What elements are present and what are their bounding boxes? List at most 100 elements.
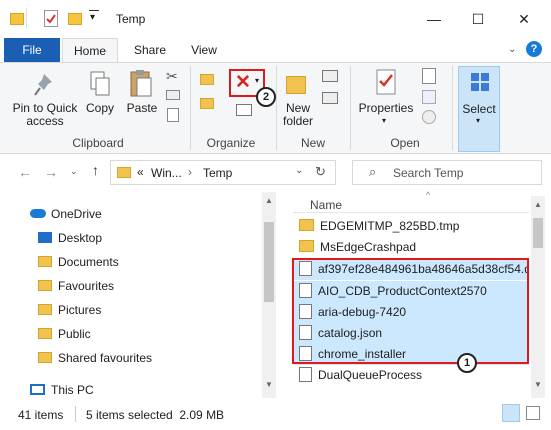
chevron-down-icon[interactable]: ▾ bbox=[255, 76, 259, 85]
sidebar-item-public[interactable]: Public bbox=[38, 322, 91, 346]
list-item[interactable]: EDGEMITMP_825BD.tmp bbox=[293, 216, 529, 237]
properties-button[interactable]: Properties bbox=[356, 102, 416, 115]
chevron-down-icon[interactable]: ▼ bbox=[265, 380, 273, 389]
new-folder-icon bbox=[286, 70, 308, 96]
breadcrumb-overflow[interactable]: « bbox=[137, 165, 144, 179]
easy-access-icon[interactable] bbox=[322, 92, 338, 104]
sidebar-item-label: Pictures bbox=[58, 303, 102, 317]
sidebar-item-label: Favourites bbox=[58, 279, 115, 293]
new-folder-quick-icon[interactable] bbox=[68, 13, 82, 25]
selection-info: 5 items selected 2.09 MB bbox=[86, 408, 225, 422]
sidebar-item-pictures[interactable]: Pictures bbox=[38, 298, 101, 322]
tab-share[interactable]: Share bbox=[124, 38, 176, 62]
move-to-icon[interactable] bbox=[200, 74, 214, 85]
chevron-down-icon[interactable]: ▾ bbox=[382, 116, 386, 125]
sidebar-item-label: OneDrive bbox=[51, 207, 102, 221]
scrollbar-thumb[interactable] bbox=[533, 218, 543, 248]
copy-to-icon[interactable] bbox=[200, 98, 214, 109]
maximize-button[interactable]: ☐ bbox=[460, 6, 496, 32]
sidebar-item-this-pc[interactable]: This PC bbox=[30, 378, 94, 402]
breadcrumb-part[interactable]: Temp bbox=[203, 166, 232, 180]
folder-icon bbox=[299, 219, 314, 231]
minimize-button[interactable]: — bbox=[416, 6, 452, 32]
chevron-down-icon[interactable]: ▼ bbox=[534, 380, 542, 389]
chevron-up-icon[interactable]: ▲ bbox=[265, 196, 273, 205]
sidebar-item-onedrive[interactable]: OneDrive bbox=[30, 202, 102, 226]
properties-quick-icon[interactable] bbox=[44, 10, 58, 27]
select-label: Select bbox=[462, 102, 496, 116]
copy-button[interactable]: Copy bbox=[82, 102, 118, 115]
refresh-icon[interactable]: ↻ bbox=[315, 164, 326, 180]
forward-icon[interactable]: → bbox=[44, 164, 58, 180]
open-icon[interactable] bbox=[422, 68, 436, 84]
window-title: Temp bbox=[116, 12, 146, 26]
delete-icon[interactable]: ✕ bbox=[235, 71, 251, 94]
list-item[interactable]: MsEdgeCrashpad bbox=[293, 237, 529, 258]
recent-locations-icon[interactable]: ⌄ bbox=[70, 166, 78, 177]
tab-view[interactable]: View bbox=[178, 38, 230, 62]
clipboard-group-label: Clipboard bbox=[72, 136, 124, 150]
sidebar-item-documents[interactable]: Documents bbox=[38, 250, 119, 274]
collapse-ribbon-icon[interactable]: ⌄ bbox=[508, 44, 516, 55]
folder-icon bbox=[10, 13, 24, 25]
status-bar: 41 items 5 items selected 2.09 MB bbox=[0, 402, 551, 430]
folder-icon bbox=[117, 167, 131, 178]
sidebar-item-label: This PC bbox=[51, 383, 94, 397]
search-box[interactable]: ⌕ Search Temp bbox=[352, 160, 542, 185]
close-button[interactable]: ✕ bbox=[506, 6, 542, 32]
copy-icon bbox=[88, 70, 112, 101]
divider bbox=[350, 66, 351, 150]
sidebar-item-shared-favourites[interactable]: Shared favourites bbox=[38, 346, 152, 370]
address-bar[interactable]: « Win... › Temp ⌄ ↻ bbox=[110, 160, 336, 185]
select-icon bbox=[470, 72, 490, 95]
breadcrumb-part[interactable]: Win... bbox=[151, 166, 182, 180]
divider bbox=[89, 10, 99, 11]
new-folder-button[interactable]: New folder bbox=[278, 102, 318, 128]
paste-icon bbox=[128, 68, 154, 103]
list-item[interactable]: DualQueueProcess bbox=[293, 365, 529, 386]
paste-shortcut-icon[interactable] bbox=[167, 108, 179, 122]
edit-icon[interactable] bbox=[422, 90, 436, 104]
back-icon[interactable]: ← bbox=[18, 164, 32, 180]
rename-icon[interactable] bbox=[236, 104, 252, 116]
up-icon[interactable]: ↑ bbox=[92, 162, 99, 178]
item-count: 41 items bbox=[18, 408, 64, 422]
sort-indicator-icon: ^ bbox=[426, 190, 431, 200]
cut-icon[interactable]: ✂ bbox=[166, 68, 178, 85]
chevron-up-icon[interactable]: ▲ bbox=[534, 200, 542, 209]
new-group-label: New bbox=[300, 136, 325, 150]
history-icon[interactable] bbox=[422, 110, 436, 124]
pin-to-quick-access-button[interactable]: Pin to Quick access bbox=[6, 102, 84, 128]
customize-quick-access-icon[interactable]: ▾ bbox=[90, 12, 95, 23]
sidebar-item-label: Public bbox=[58, 327, 91, 341]
open-group-label: Open bbox=[390, 136, 420, 150]
file-name: DualQueueProcess bbox=[318, 368, 423, 382]
divider bbox=[26, 8, 27, 28]
sidebar-item-desktop[interactable]: Desktop bbox=[38, 226, 102, 250]
sidebar-item-label: Shared favourites bbox=[58, 351, 153, 365]
divider bbox=[452, 66, 453, 150]
file-name: MsEdgeCrashpad bbox=[320, 240, 417, 254]
search-input[interactable]: Search Temp bbox=[393, 166, 463, 180]
chevron-down-icon[interactable]: ⌄ bbox=[295, 165, 303, 176]
large-icons-view-icon[interactable] bbox=[526, 406, 540, 420]
file-icon bbox=[299, 367, 312, 382]
scrollbar-thumb[interactable] bbox=[264, 222, 274, 302]
paste-button[interactable]: Paste bbox=[122, 102, 162, 115]
filelist-scrollbar[interactable]: ▲ ▼ bbox=[531, 196, 545, 398]
chevron-down-icon: ▾ bbox=[476, 116, 481, 125]
copy-path-icon[interactable] bbox=[166, 90, 180, 100]
properties-icon bbox=[375, 68, 397, 99]
sidebar-item-favourites[interactable]: Favourites bbox=[38, 274, 114, 298]
divider bbox=[190, 66, 191, 150]
sidebar-scrollbar[interactable]: ▲ ▼ bbox=[262, 192, 276, 398]
new-item-icon[interactable] bbox=[322, 70, 338, 82]
details-view-icon[interactable] bbox=[502, 404, 520, 422]
help-icon[interactable]: ? bbox=[526, 41, 542, 57]
title-bar: ▾ Temp — ☐ ✕ bbox=[0, 0, 551, 38]
column-header-name[interactable]: Name bbox=[310, 198, 342, 212]
tab-home[interactable]: Home bbox=[62, 38, 118, 62]
tab-file[interactable]: File bbox=[4, 38, 60, 62]
file-name: EDGEMITMP_825BD.tmp bbox=[320, 219, 460, 233]
callout-2: 2 bbox=[256, 87, 276, 107]
